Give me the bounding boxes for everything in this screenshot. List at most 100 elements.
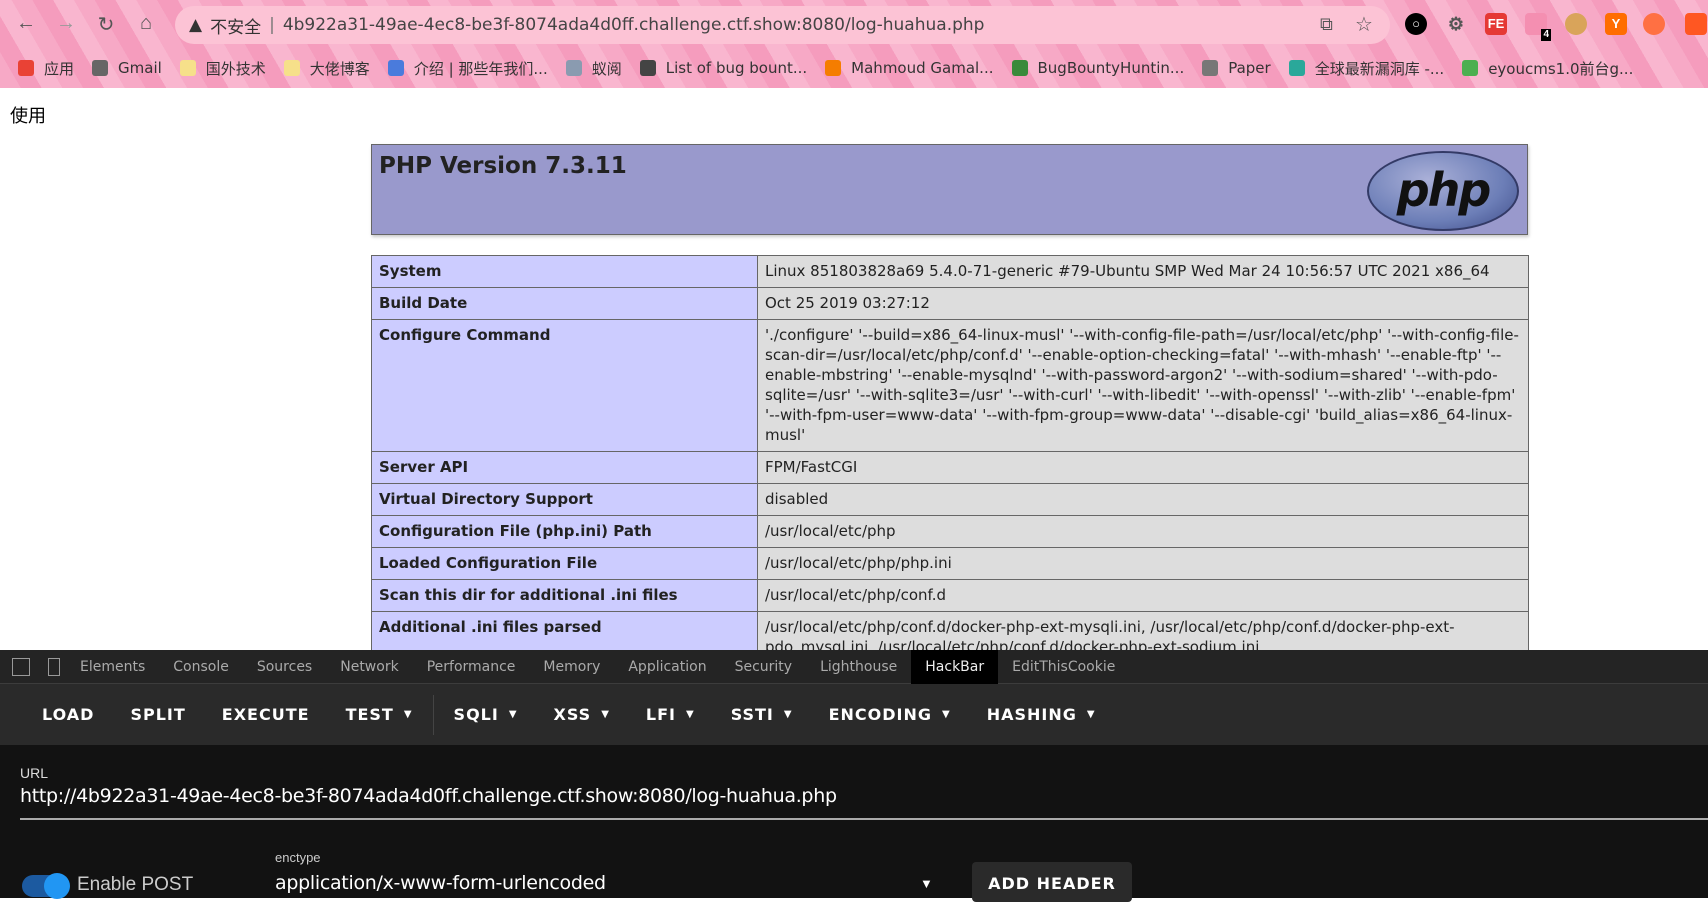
bookmark-item[interactable]: Gmail xyxy=(92,59,162,77)
lfi-label: LFI xyxy=(645,705,676,724)
tab-console[interactable]: Console xyxy=(159,650,243,684)
chevron-down-icon[interactable]: ▼ xyxy=(920,876,933,891)
address-text: 4b922a31-49ae-4ec8-be3f-8074ada4d0ff.cha… xyxy=(282,15,985,35)
load-button[interactable]: LOAD xyxy=(24,705,112,724)
xss-menu[interactable]: XSS ▼ xyxy=(536,705,628,724)
table-row: System Linux 851803828a69 5.4.0-71-generi… xyxy=(371,255,1529,288)
tab-application[interactable]: Application xyxy=(614,650,720,684)
bookmark-label: 全球最新漏洞库 -... xyxy=(1314,59,1445,78)
address-bar[interactable]: ▲ 不安全 | 4b922a31-49ae-4ec8-be3f-8074ada4… xyxy=(175,6,1390,44)
tab-editthiscookie[interactable]: EditThisCookie xyxy=(998,650,1129,684)
tab-performance[interactable]: Performance xyxy=(413,650,530,684)
row-key: Virtual Directory Support xyxy=(371,483,758,516)
bookmark-icon xyxy=(565,60,582,76)
bookmark-item[interactable]: eyoucms1.0前台g... xyxy=(1462,58,1633,79)
row-key: Configure Command xyxy=(371,319,758,452)
back-icon[interactable]: ← xyxy=(13,12,39,35)
bookmark-label: Mahmoud Gamal... xyxy=(851,59,994,77)
tab-network[interactable]: Network xyxy=(326,650,412,684)
tab-lighthouse[interactable]: Lighthouse xyxy=(806,650,911,684)
xss-label: XSS xyxy=(553,705,592,724)
bookmark-icon xyxy=(387,60,404,76)
enable-post-toggle[interactable] xyxy=(22,873,70,899)
tab-memory[interactable]: Memory xyxy=(529,650,614,684)
bookmark-item[interactable]: 蚁阅 xyxy=(565,58,622,79)
fe-extension-icon[interactable]: FE xyxy=(1485,13,1507,35)
gear-icon[interactable]: ⚙ xyxy=(1445,13,1467,35)
tab-security[interactable]: Security xyxy=(721,650,807,684)
bookmark-label: 国外技术 xyxy=(205,59,266,78)
bookmark-item[interactable]: List of bug bount... xyxy=(639,59,807,77)
row-value: './configure' '--build=x86_64-linux-musl… xyxy=(757,319,1529,452)
row-value: disabled xyxy=(757,483,1529,516)
row-value: FPM/FastCGI xyxy=(757,451,1529,484)
extension-badge-icon[interactable]: 4 xyxy=(1525,13,1551,41)
bookmark-item[interactable]: 介绍 | 那些年我们... xyxy=(387,58,548,79)
test-label: TEST xyxy=(345,705,394,724)
split-button[interactable]: SPLIT xyxy=(112,705,203,724)
bookmark-label: Gmail xyxy=(118,59,162,77)
bookmark-item[interactable]: 全球最新漏洞库 -... xyxy=(1288,58,1445,79)
url-input[interactable]: http://4b922a31-49ae-4ec8-be3f-8074ada4d… xyxy=(20,785,837,807)
divider: | xyxy=(269,15,275,35)
bookmark-icon xyxy=(1202,60,1219,76)
caret-down-icon: ▼ xyxy=(942,709,951,720)
add-header-button[interactable]: ADD HEADER xyxy=(972,862,1132,902)
bookmark-item[interactable]: 应用 xyxy=(18,58,74,79)
table-row: Configure Command './configure' '--build=… xyxy=(371,319,1529,452)
bookmark-icon xyxy=(1462,60,1479,76)
caret-down-icon: ▼ xyxy=(403,709,413,720)
extension-circle-icon[interactable]: ○ xyxy=(1405,13,1427,35)
bookmark-icon xyxy=(92,60,109,76)
bookmark-icon xyxy=(283,60,300,76)
encoding-menu[interactable]: ENCODING ▼ xyxy=(811,705,969,724)
ssti-menu[interactable]: SSTI ▼ xyxy=(713,705,811,724)
cookie-icon[interactable] xyxy=(1565,13,1587,35)
bookmark-icon xyxy=(1288,60,1305,76)
table-row: Configuration File (php.ini) Path/usr/lo… xyxy=(371,515,1529,548)
bookmark-item[interactable]: Mahmoud Gamal... xyxy=(825,59,994,77)
bookmark-item[interactable]: 大佬博客 xyxy=(283,58,370,79)
bookmark-icon xyxy=(179,60,196,76)
execute-button[interactable]: EXECUTE xyxy=(204,705,328,724)
row-key: System xyxy=(371,255,758,288)
toggle-knob[interactable] xyxy=(44,873,70,899)
bookmark-label: BugBountyHuntin... xyxy=(1037,59,1185,77)
lifebuoy-icon[interactable] xyxy=(1643,13,1665,35)
tab-elements[interactable]: Elements xyxy=(66,650,159,684)
caret-down-icon: ▼ xyxy=(685,709,695,720)
row-key: Loaded Configuration File xyxy=(371,547,758,580)
browser-toolbar: ← → ↻ ⌂ ▲ 不安全 | 4b922a31-49ae-4ec8-be3f-… xyxy=(0,0,1708,88)
php-logo: php xyxy=(1367,151,1519,231)
profile-icon[interactable] xyxy=(1685,13,1707,35)
warning-icon: ▲ xyxy=(189,15,203,35)
bookmark-item[interactable]: Paper xyxy=(1202,59,1271,77)
caret-down-icon: ▼ xyxy=(783,709,793,720)
row-key: Build Date xyxy=(371,287,758,320)
hashing-label: HASHING xyxy=(986,705,1077,724)
bookmark-icon xyxy=(639,60,656,76)
bookmark-item[interactable]: 国外技术 xyxy=(179,58,266,79)
enable-post-label: Enable POST xyxy=(77,874,194,895)
tab-hackbar[interactable]: HackBar xyxy=(911,649,999,684)
device-toggle-icon[interactable] xyxy=(48,657,60,676)
sqli-menu[interactable]: SQLI ▼ xyxy=(436,705,536,724)
insecure-label: 不安全 xyxy=(210,17,262,38)
bookmark-label: 大佬博客 xyxy=(309,59,370,78)
bookmark-label: 介绍 | 那些年我们... xyxy=(413,59,548,78)
home-icon[interactable]: ⌂ xyxy=(133,12,159,35)
lfi-menu[interactable]: LFI ▼ xyxy=(628,705,713,724)
table-row: Loaded Configuration File/usr/local/etc/… xyxy=(371,547,1529,580)
bookmark-icon xyxy=(1011,60,1028,76)
hashing-menu[interactable]: HASHING ▼ xyxy=(969,705,1114,724)
translate-icon[interactable]: ⧉ xyxy=(1320,14,1333,35)
bookmark-item[interactable]: BugBountyHuntin... xyxy=(1011,59,1185,77)
inspect-icon[interactable] xyxy=(12,657,30,676)
star-icon[interactable]: ☆ xyxy=(1355,12,1373,36)
test-menu[interactable]: TEST ▼ xyxy=(328,705,431,724)
y-extension-icon[interactable]: Y xyxy=(1605,13,1627,35)
tab-sources[interactable]: Sources xyxy=(243,650,326,684)
forward-icon[interactable]: → xyxy=(53,12,79,35)
reload-icon[interactable]: ↻ xyxy=(93,12,119,37)
enctype-select[interactable]: application/x-www-form-urlencoded xyxy=(275,872,606,894)
